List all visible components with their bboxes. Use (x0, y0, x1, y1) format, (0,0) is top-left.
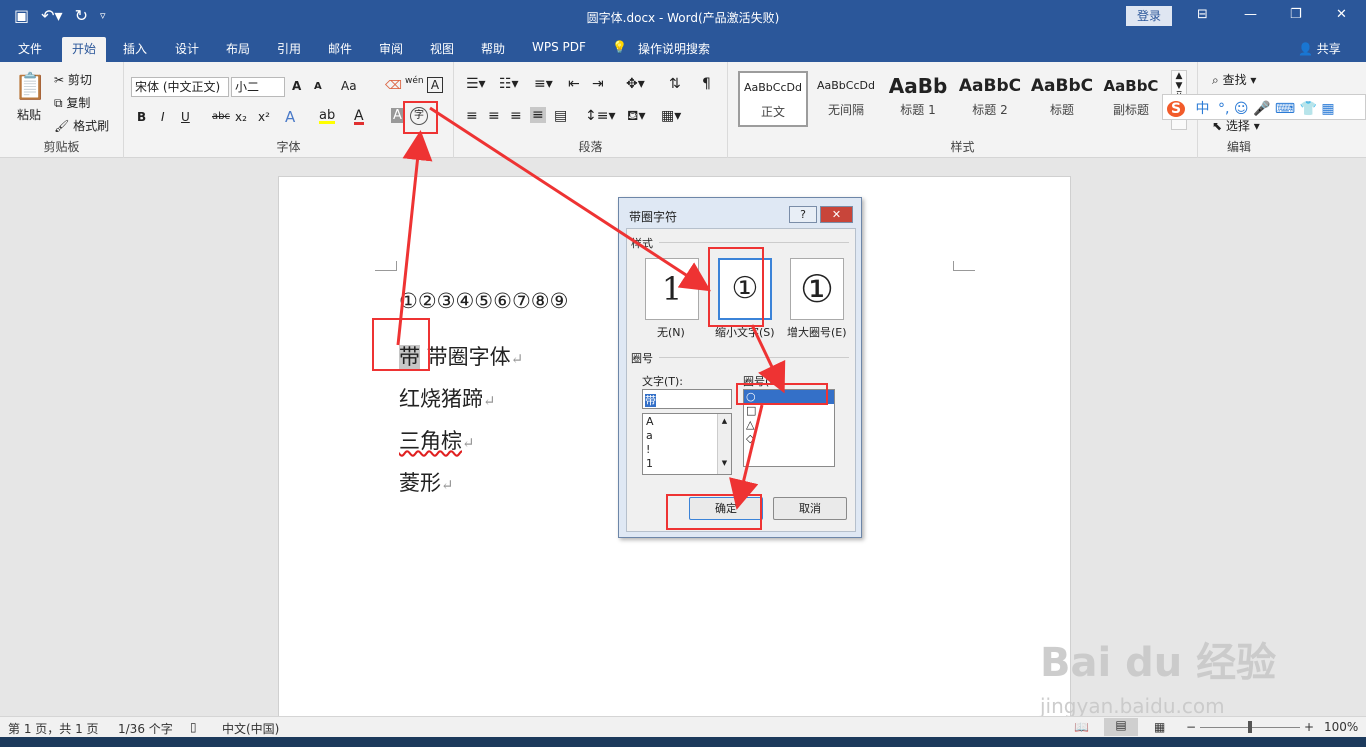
zoom-slider-thumb[interactable] (1248, 721, 1252, 733)
status-bar: 第 1 页，共 1 页 1/36 个字 ▯ 中文(中国) 📖 ▤ ▦ − + 1… (0, 716, 1366, 737)
arrow-to-ribbon-button (396, 130, 433, 346)
page-count[interactable]: 第 1 页，共 1 页 (8, 720, 99, 737)
proofing-icon[interactable]: ▯ (190, 720, 197, 734)
arrow-to-circle-enclosure (750, 324, 786, 394)
web-layout-icon[interactable]: ▦ (1154, 720, 1165, 734)
arrow-to-ok (729, 404, 764, 510)
taskbar (0, 737, 1366, 747)
arrow-to-shrink-option (429, 106, 712, 292)
language-indicator[interactable]: 中文(中国) (222, 720, 279, 737)
zoom-out-button[interactable]: − (1186, 720, 1196, 734)
read-mode-icon[interactable]: 📖 (1074, 720, 1089, 734)
zoom-in-button[interactable]: + (1304, 720, 1314, 734)
print-layout-icon[interactable]: ▤ (1104, 718, 1138, 736)
watermark-url: jingyan.baidu.com (1040, 694, 1225, 718)
word-count[interactable]: 1/36 个字 (118, 720, 173, 737)
zoom-level[interactable]: 100% (1324, 720, 1358, 734)
watermark-brand: Bai du 经验 (1040, 640, 1277, 686)
baidu-watermark: Bai du 经验 jingyan.baidu.com (1040, 592, 1277, 722)
